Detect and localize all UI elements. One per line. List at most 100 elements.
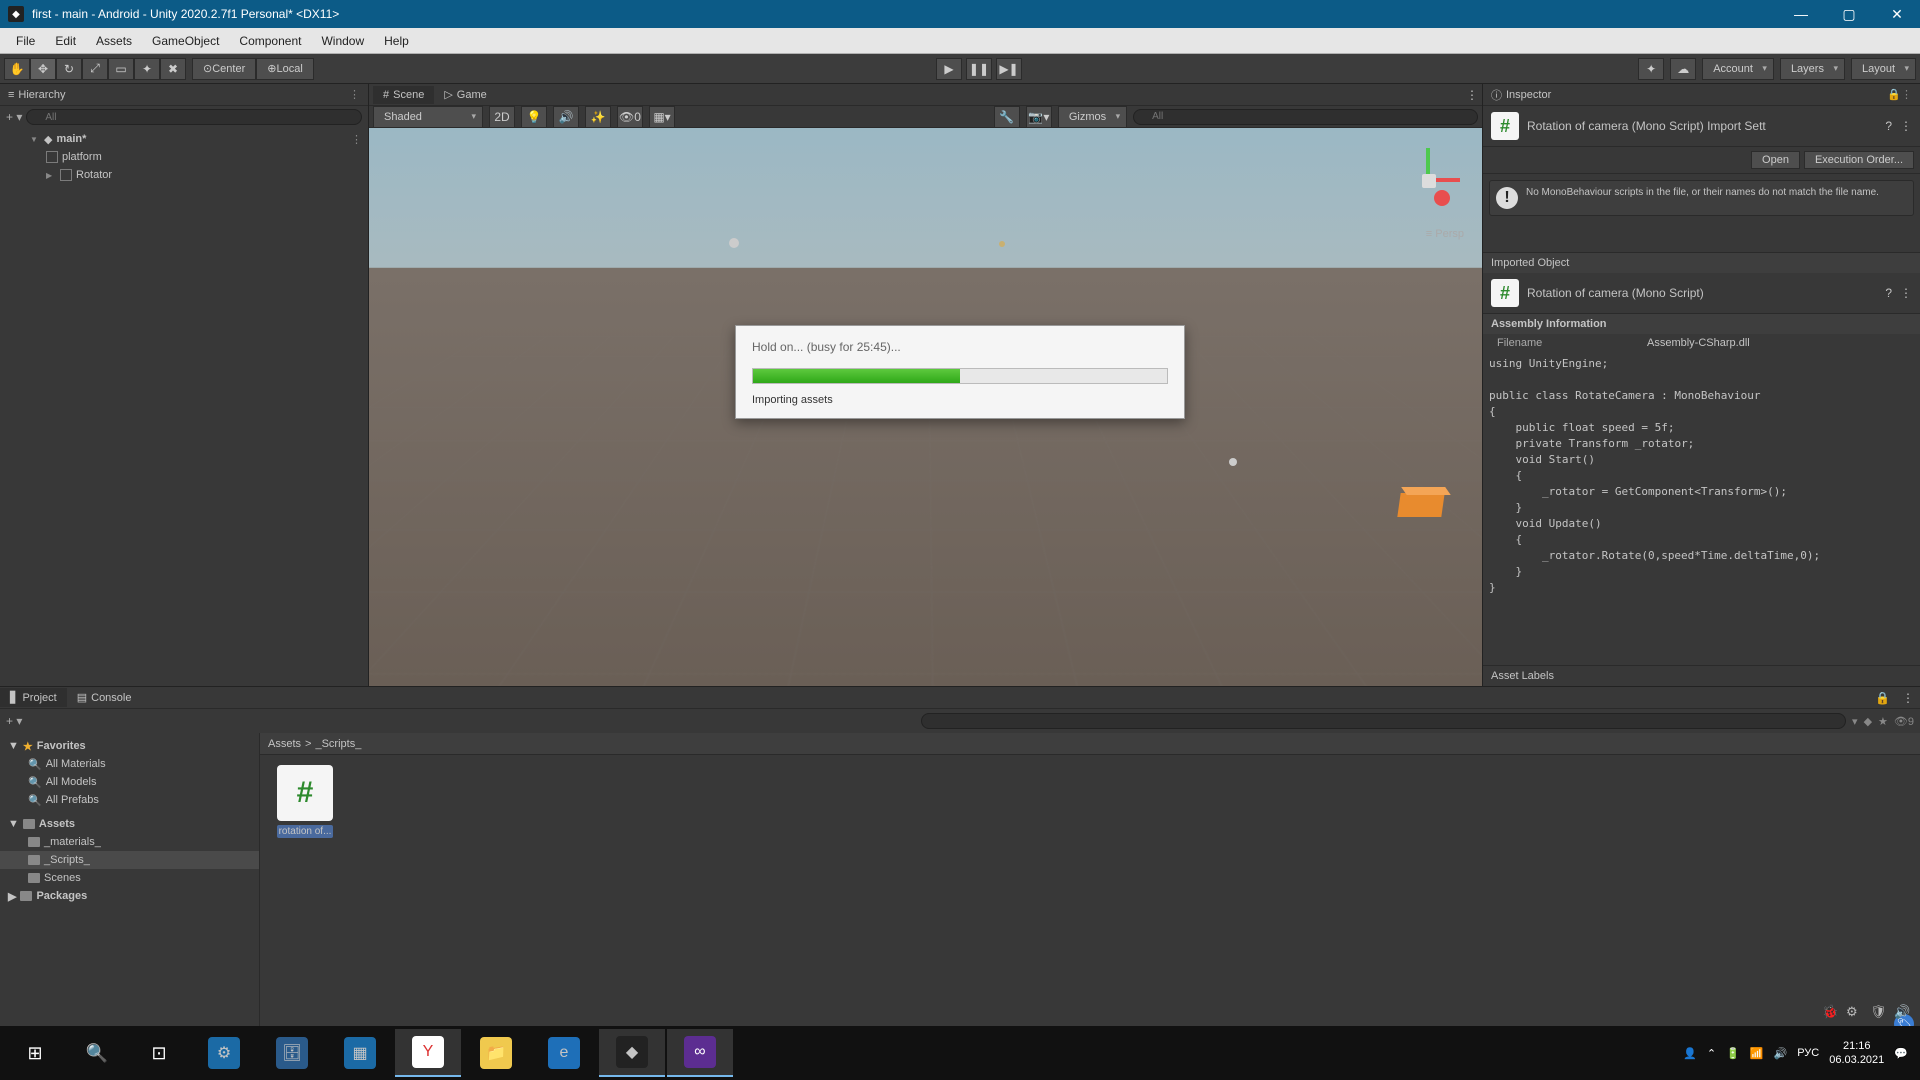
taskbar-app[interactable]: Y xyxy=(395,1029,461,1077)
volume-icon[interactable]: 🔊 xyxy=(1774,1047,1788,1060)
hidden-count-icon[interactable]: 👁9 xyxy=(1894,715,1914,728)
taskbar-app[interactable]: ◆ xyxy=(599,1029,665,1077)
close-button[interactable]: ✕ xyxy=(1882,0,1912,28)
scene-tab[interactable]: # Scene xyxy=(373,86,434,104)
menu-help[interactable]: Help xyxy=(374,30,419,52)
tray-icon[interactable]: 🛡 xyxy=(1870,1004,1888,1022)
menu-edit[interactable]: Edit xyxy=(45,30,86,52)
panel-menu-icon[interactable]: ⋮ xyxy=(1896,691,1920,705)
filter-icon[interactable]: ▾ xyxy=(1852,715,1858,728)
play-button[interactable]: ▶ xyxy=(936,58,962,80)
menu-assets[interactable]: Assets xyxy=(86,30,142,52)
create-dropdown-icon[interactable]: + ▾ xyxy=(6,714,22,728)
hierarchy-tab[interactable]: ≡ Hierarchy xyxy=(8,89,66,101)
hierarchy-item[interactable]: ▶ Rotator xyxy=(0,166,368,184)
taskbar-app[interactable]: ▦ xyxy=(327,1029,393,1077)
scene-menu-icon[interactable]: ⋮ xyxy=(351,133,362,146)
inspector-tab[interactable]: ⓘ Inspector xyxy=(1491,87,1551,103)
search-icon[interactable]: 🔍 xyxy=(66,1026,128,1080)
tray-icon[interactable]: 🐞 xyxy=(1822,1004,1840,1022)
tools-icon[interactable]: 🔧 xyxy=(994,106,1020,128)
layers-dropdown[interactable]: Layers xyxy=(1780,58,1845,80)
taskbar-app[interactable]: e xyxy=(531,1029,597,1077)
folder-item[interactable]: _Scripts_ xyxy=(0,851,259,869)
execution-order-button[interactable]: Execution Order... xyxy=(1804,151,1914,169)
camera-icon[interactable]: 📷▾ xyxy=(1026,106,1052,128)
component-menu-icon[interactable]: ⋮ xyxy=(1900,119,1912,133)
people-icon[interactable]: 👤 xyxy=(1683,1047,1697,1060)
create-dropdown-icon[interactable]: + ▾ xyxy=(6,110,22,124)
shading-dropdown[interactable]: Shaded xyxy=(373,106,483,128)
help-icon[interactable]: ? xyxy=(1885,286,1892,300)
menu-gameobject[interactable]: GameObject xyxy=(142,30,229,52)
taskbar-app[interactable]: ∞ xyxy=(667,1029,733,1077)
lock-icon[interactable]: 🔒 xyxy=(1887,88,1901,101)
audio-icon[interactable]: 🔊 xyxy=(553,106,579,128)
wifi-icon[interactable]: 📶 xyxy=(1750,1047,1764,1060)
packages-folder[interactable]: ▶Packages xyxy=(0,887,259,905)
scene-search-input[interactable] xyxy=(1133,109,1478,125)
taskbar-app[interactable]: ⚙ xyxy=(191,1029,257,1077)
console-tab[interactable]: ▤ Console xyxy=(67,688,142,707)
assets-folder[interactable]: ▼Assets xyxy=(0,815,259,833)
tray-icon[interactable]: 🔊 xyxy=(1894,1004,1912,1022)
hand-tool-icon[interactable]: ✋ xyxy=(4,58,30,80)
minimize-button[interactable]: — xyxy=(1786,0,1816,28)
hierarchy-search-input[interactable] xyxy=(26,109,362,125)
lock-icon[interactable]: 🔒 xyxy=(1869,691,1896,705)
favorite-filter-icon[interactable]: ◆ xyxy=(1864,715,1872,728)
pivot-toggle[interactable]: ⊙Center xyxy=(192,58,256,80)
clock[interactable]: 21:16 06.03.2021 xyxy=(1829,1039,1884,1067)
folder-item[interactable]: Scenes xyxy=(0,869,259,887)
help-icon[interactable]: ? xyxy=(1885,119,1892,133)
maximize-button[interactable]: ▢ xyxy=(1834,0,1864,28)
hierarchy-item[interactable]: platform xyxy=(0,148,368,166)
pause-button[interactable]: ❚❚ xyxy=(966,58,992,80)
favorite-item[interactable]: 🔍 All Models xyxy=(0,773,259,791)
step-button[interactable]: ▶❚ xyxy=(996,58,1022,80)
collab-icon[interactable]: ✦ xyxy=(1638,58,1664,80)
panel-menu-icon[interactable]: ⋮ xyxy=(1901,88,1912,101)
projection-label[interactable]: ≡ Persp xyxy=(1426,228,1464,240)
asset-item[interactable]: # rotation of... xyxy=(270,765,340,841)
move-tool-icon[interactable]: ✥ xyxy=(30,58,56,80)
gizmos-dropdown[interactable]: Gizmos xyxy=(1058,106,1127,128)
menu-window[interactable]: Window xyxy=(311,30,374,52)
menu-component[interactable]: Component xyxy=(229,30,311,52)
taskbar-app[interactable]: 📁 xyxy=(463,1029,529,1077)
cloud-icon[interactable]: ☁ xyxy=(1670,58,1696,80)
rotate-tool-icon[interactable]: ↻ xyxy=(56,58,82,80)
rect-tool-icon[interactable]: ▭ xyxy=(108,58,134,80)
language-indicator[interactable]: РУС xyxy=(1797,1047,1819,1059)
taskbar-app[interactable]: 🗄 xyxy=(259,1029,325,1077)
project-tab[interactable]: ▋ Project xyxy=(0,688,67,707)
scale-tool-icon[interactable]: ⤢ xyxy=(82,58,108,80)
lighting-icon[interactable]: 💡 xyxy=(521,106,547,128)
folder-item[interactable]: _materials_ xyxy=(0,833,259,851)
breadcrumb-item[interactable]: _Scripts_ xyxy=(315,738,361,750)
open-button[interactable]: Open xyxy=(1751,151,1800,169)
notifications-icon[interactable]: 💬 xyxy=(1894,1047,1908,1060)
component-menu-icon[interactable]: ⋮ xyxy=(1900,286,1912,300)
favorites-header[interactable]: ▼★Favorites xyxy=(0,737,259,755)
grid-icon[interactable]: ▦▾ xyxy=(649,106,675,128)
panel-menu-icon[interactable]: ⋮ xyxy=(349,88,360,101)
star-filter-icon[interactable]: ★ xyxy=(1878,715,1888,728)
custom-tool-icon[interactable]: ✖ xyxy=(160,58,186,80)
scene-row[interactable]: ▼ ◆ main* ⋮ xyxy=(0,130,368,148)
favorite-item[interactable]: 🔍 All Prefabs xyxy=(0,791,259,809)
tray-up-icon[interactable]: ⌃ xyxy=(1707,1047,1716,1060)
start-button[interactable]: ⊞ xyxy=(4,1026,66,1080)
tray-icon[interactable]: ⚙ xyxy=(1846,1004,1864,1022)
fx-icon[interactable]: ✨ xyxy=(585,106,611,128)
2d-toggle[interactable]: 2D xyxy=(489,106,515,128)
account-dropdown[interactable]: Account xyxy=(1702,58,1774,80)
menu-file[interactable]: File xyxy=(6,30,45,52)
scene-object-cube[interactable] xyxy=(1397,493,1444,517)
panel-menu-icon[interactable]: ⋮ xyxy=(1466,88,1478,102)
task-view-icon[interactable]: ⊡ xyxy=(128,1026,190,1080)
breadcrumb-item[interactable]: Assets xyxy=(268,738,301,750)
transform-tool-icon[interactable]: ✦ xyxy=(134,58,160,80)
space-toggle[interactable]: ⊕Local xyxy=(256,58,314,80)
hidden-objects-icon[interactable]: 👁 0 xyxy=(617,106,643,128)
